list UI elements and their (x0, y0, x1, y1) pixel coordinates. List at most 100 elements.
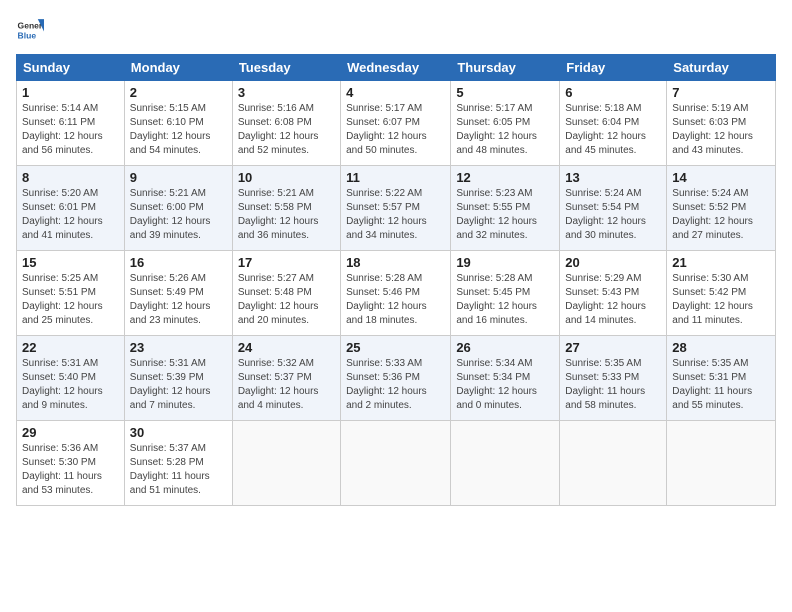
day-number: 26 (456, 340, 554, 355)
day-info: Sunrise: 5:31 AM Sunset: 5:39 PM Dayligh… (130, 357, 227, 413)
day-number: 5 (456, 85, 554, 100)
day-info: Sunrise: 5:28 AM Sunset: 5:45 PM Dayligh… (456, 272, 554, 328)
day-number: 25 (346, 340, 445, 355)
day-info: Sunrise: 5:17 AM Sunset: 6:05 PM Dayligh… (456, 102, 554, 158)
day-info: Sunrise: 5:29 AM Sunset: 5:43 PM Dayligh… (565, 272, 661, 328)
day-info: Sunrise: 5:14 AM Sunset: 6:11 PM Dayligh… (22, 102, 119, 158)
day-info: Sunrise: 5:21 AM Sunset: 5:58 PM Dayligh… (238, 187, 335, 243)
day-info: Sunrise: 5:34 AM Sunset: 5:34 PM Dayligh… (456, 357, 554, 413)
day-number: 21 (672, 255, 770, 270)
day-number: 30 (130, 425, 227, 440)
calendar-body: 1Sunrise: 5:14 AM Sunset: 6:11 PM Daylig… (17, 81, 776, 506)
day-number: 10 (238, 170, 335, 185)
day-info: Sunrise: 5:19 AM Sunset: 6:03 PM Dayligh… (672, 102, 770, 158)
calendar-cell: 1Sunrise: 5:14 AM Sunset: 6:11 PM Daylig… (17, 81, 125, 166)
day-number: 20 (565, 255, 661, 270)
calendar-cell: 12 Sunrise: 5:23 AM Sunset: 5:55 PM Dayli… (451, 166, 560, 251)
day-number: 16 (130, 255, 227, 270)
day-info: Sunrise: 5:23 AM Sunset: 5:55 PM Dayligh… (456, 187, 554, 243)
day-info: Sunrise: 5:15 AM Sunset: 6:10 PM Dayligh… (130, 102, 227, 158)
svg-text:Blue: Blue (18, 31, 37, 41)
day-number: 3 (238, 85, 335, 100)
calendar-week-4: 22 Sunrise: 5:31 AM Sunset: 5:40 PM Dayli… (17, 336, 776, 421)
day-info: Sunrise: 5:20 AM Sunset: 6:01 PM Dayligh… (22, 187, 119, 243)
calendar-cell (341, 421, 451, 506)
calendar-week-3: 15Sunrise: 5:25 AM Sunset: 5:51 PM Dayli… (17, 251, 776, 336)
day-info: Sunrise: 5:21 AM Sunset: 6:00 PM Dayligh… (130, 187, 227, 243)
logo-icon: General Blue (16, 16, 44, 44)
day-info: Sunrise: 5:26 AM Sunset: 5:49 PM Dayligh… (130, 272, 227, 328)
calendar-table: SundayMondayTuesdayWednesdayThursdayFrid… (16, 54, 776, 506)
day-number: 29 (22, 425, 119, 440)
day-info: Sunrise: 5:24 AM Sunset: 5:54 PM Dayligh… (565, 187, 661, 243)
calendar-cell (667, 421, 776, 506)
calendar-cell: 4Sunrise: 5:17 AM Sunset: 6:07 PM Daylig… (341, 81, 451, 166)
calendar-cell: 9 Sunrise: 5:21 AM Sunset: 6:00 PM Daylig… (124, 166, 232, 251)
day-info: Sunrise: 5:22 AM Sunset: 5:57 PM Dayligh… (346, 187, 445, 243)
calendar-cell: 23 Sunrise: 5:31 AM Sunset: 5:39 PM Dayli… (124, 336, 232, 421)
day-number: 22 (22, 340, 119, 355)
day-number: 7 (672, 85, 770, 100)
calendar-cell: 16 Sunrise: 5:26 AM Sunset: 5:49 PM Dayli… (124, 251, 232, 336)
calendar-cell: 3 Sunrise: 5:16 AM Sunset: 6:08 PM Daylig… (232, 81, 340, 166)
calendar-cell: 26 Sunrise: 5:34 AM Sunset: 5:34 PM Dayli… (451, 336, 560, 421)
day-info: Sunrise: 5:30 AM Sunset: 5:42 PM Dayligh… (672, 272, 770, 328)
day-number: 17 (238, 255, 335, 270)
day-number: 11 (346, 170, 445, 185)
day-info: Sunrise: 5:33 AM Sunset: 5:36 PM Dayligh… (346, 357, 445, 413)
day-info: Sunrise: 5:16 AM Sunset: 6:08 PM Dayligh… (238, 102, 335, 158)
calendar-cell: 28Sunrise: 5:35 AM Sunset: 5:31 PM Dayli… (667, 336, 776, 421)
day-number: 23 (130, 340, 227, 355)
calendar-cell: 25 Sunrise: 5:33 AM Sunset: 5:36 PM Dayli… (341, 336, 451, 421)
day-info: Sunrise: 5:28 AM Sunset: 5:46 PM Dayligh… (346, 272, 445, 328)
calendar-cell: 21 Sunrise: 5:30 AM Sunset: 5:42 PM Dayli… (667, 251, 776, 336)
day-number: 18 (346, 255, 445, 270)
day-info: Sunrise: 5:37 AM Sunset: 5:28 PM Dayligh… (130, 442, 227, 498)
day-number: 15 (22, 255, 119, 270)
day-info: Sunrise: 5:27 AM Sunset: 5:48 PM Dayligh… (238, 272, 335, 328)
calendar-week-1: 1Sunrise: 5:14 AM Sunset: 6:11 PM Daylig… (17, 81, 776, 166)
calendar-cell: 19 Sunrise: 5:28 AM Sunset: 5:45 PM Dayli… (451, 251, 560, 336)
calendar-header: SundayMondayTuesdayWednesdayThursdayFrid… (17, 55, 776, 81)
day-number: 8 (22, 170, 119, 185)
calendar-cell: 30 Sunrise: 5:37 AM Sunset: 5:28 PM Dayli… (124, 421, 232, 506)
calendar-cell: 8 Sunrise: 5:20 AM Sunset: 6:01 PM Daylig… (17, 166, 125, 251)
weekday-header-monday: Monday (124, 55, 232, 81)
calendar-cell: 6Sunrise: 5:18 AM Sunset: 6:04 PM Daylig… (560, 81, 667, 166)
weekday-header-row: SundayMondayTuesdayWednesdayThursdayFrid… (17, 55, 776, 81)
weekday-header-sunday: Sunday (17, 55, 125, 81)
calendar-cell: 10 Sunrise: 5:21 AM Sunset: 5:58 PM Dayli… (232, 166, 340, 251)
calendar-cell (560, 421, 667, 506)
calendar-cell: 18 Sunrise: 5:28 AM Sunset: 5:46 PM Dayli… (341, 251, 451, 336)
day-info: Sunrise: 5:35 AM Sunset: 5:31 PM Dayligh… (672, 357, 770, 413)
weekday-header-wednesday: Wednesday (341, 55, 451, 81)
calendar-cell: 27 Sunrise: 5:35 AM Sunset: 5:33 PM Dayli… (560, 336, 667, 421)
calendar-cell: 14Sunrise: 5:24 AM Sunset: 5:52 PM Dayli… (667, 166, 776, 251)
logo: General Blue (16, 16, 44, 44)
day-info: Sunrise: 5:32 AM Sunset: 5:37 PM Dayligh… (238, 357, 335, 413)
day-number: 13 (565, 170, 661, 185)
weekday-header-tuesday: Tuesday (232, 55, 340, 81)
calendar-cell: 17 Sunrise: 5:27 AM Sunset: 5:48 PM Dayli… (232, 251, 340, 336)
calendar-cell: 13 Sunrise: 5:24 AM Sunset: 5:54 PM Dayli… (560, 166, 667, 251)
calendar-cell: 2Sunrise: 5:15 AM Sunset: 6:10 PM Daylig… (124, 81, 232, 166)
day-info: Sunrise: 5:18 AM Sunset: 6:04 PM Dayligh… (565, 102, 661, 158)
day-number: 19 (456, 255, 554, 270)
day-number: 12 (456, 170, 554, 185)
calendar-cell: 22 Sunrise: 5:31 AM Sunset: 5:40 PM Dayli… (17, 336, 125, 421)
calendar-cell (451, 421, 560, 506)
calendar-cell: 20 Sunrise: 5:29 AM Sunset: 5:43 PM Dayli… (560, 251, 667, 336)
day-info: Sunrise: 5:31 AM Sunset: 5:40 PM Dayligh… (22, 357, 119, 413)
calendar-week-5: 29Sunrise: 5:36 AM Sunset: 5:30 PM Dayli… (17, 421, 776, 506)
page-header: General Blue (16, 16, 776, 44)
weekday-header-friday: Friday (560, 55, 667, 81)
day-info: Sunrise: 5:35 AM Sunset: 5:33 PM Dayligh… (565, 357, 661, 413)
day-number: 9 (130, 170, 227, 185)
calendar-cell: 11 Sunrise: 5:22 AM Sunset: 5:57 PM Dayli… (341, 166, 451, 251)
calendar-cell: 15Sunrise: 5:25 AM Sunset: 5:51 PM Dayli… (17, 251, 125, 336)
day-number: 14 (672, 170, 770, 185)
calendar-cell: 29Sunrise: 5:36 AM Sunset: 5:30 PM Dayli… (17, 421, 125, 506)
day-number: 4 (346, 85, 445, 100)
day-number: 24 (238, 340, 335, 355)
day-number: 27 (565, 340, 661, 355)
